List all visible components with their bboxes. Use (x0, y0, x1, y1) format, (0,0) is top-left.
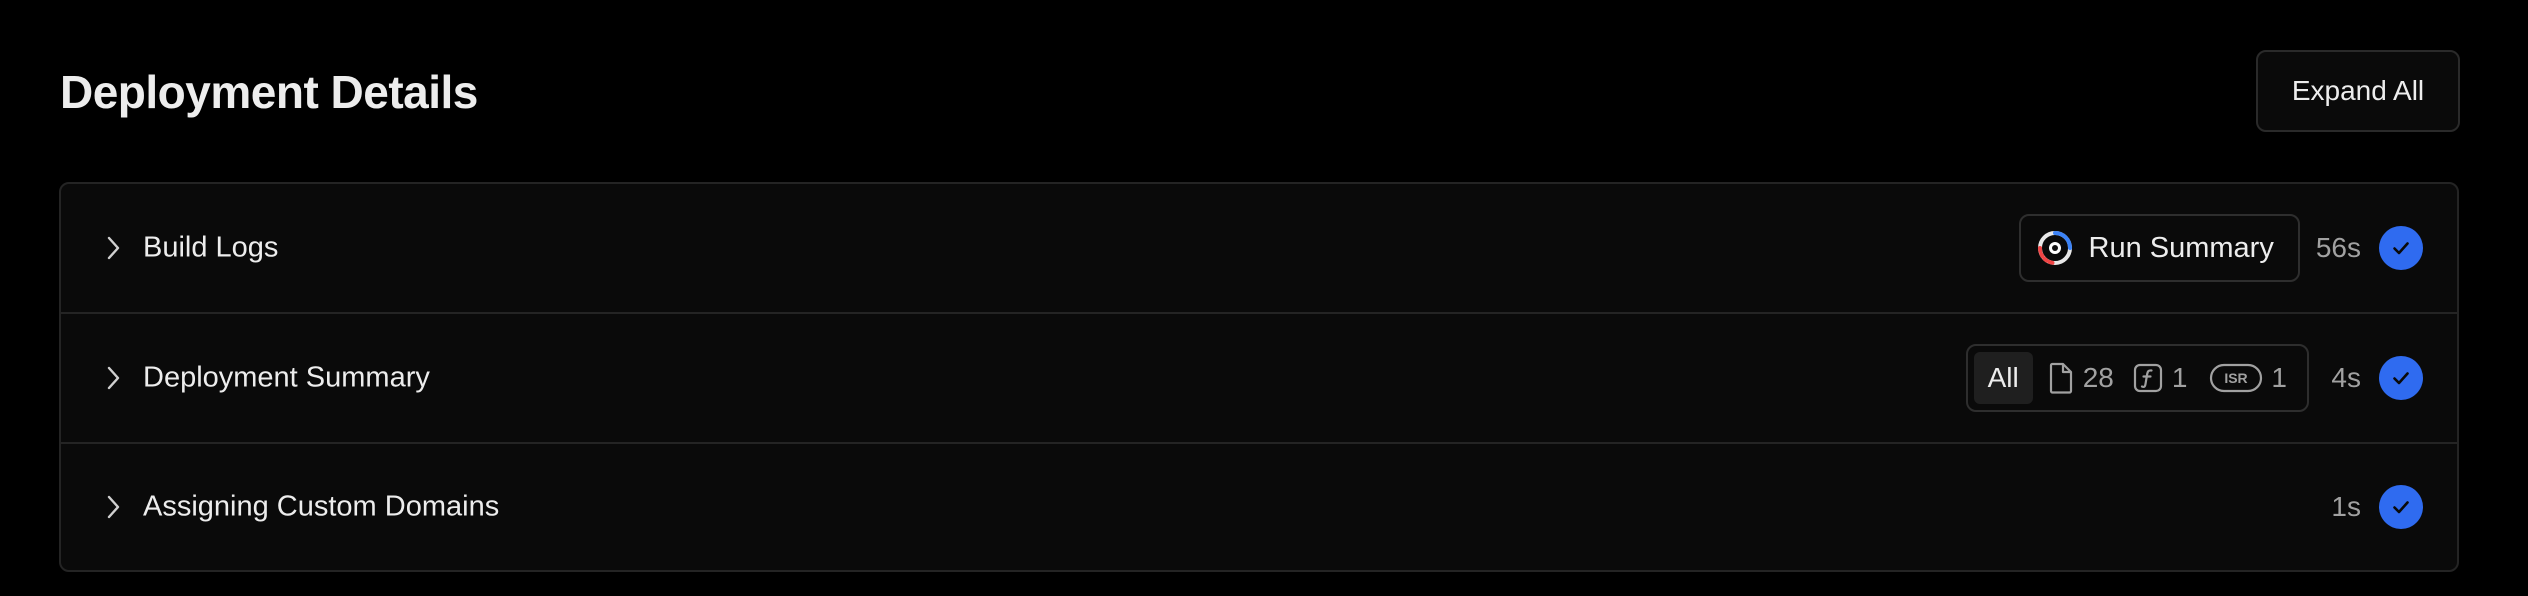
isr-badge-text: ISR (2225, 370, 2248, 386)
deployment-summary-row[interactable]: Deployment Summary All 28 1 ISR 1 4s (61, 314, 2457, 444)
deployment-summary-meta: All 28 1 ISR 1 4s (1965, 344, 2423, 412)
success-check-icon (2379, 226, 2423, 270)
deployment-details-panel: Build Logs Run Summary 56s Deployment Su… (59, 182, 2459, 572)
run-summary-logo-icon (2035, 228, 2075, 268)
isr-badge-icon: ISR (2209, 362, 2263, 394)
functions-count: 1 (2171, 362, 2188, 393)
filter-isr[interactable]: ISR 1 (2209, 362, 2287, 394)
success-check-icon (2379, 485, 2423, 529)
file-icon (2047, 361, 2075, 395)
build-logs-duration: 56s (2315, 232, 2361, 263)
chevron-right-icon (99, 493, 127, 521)
build-logs-row[interactable]: Build Logs Run Summary 56s (61, 184, 2457, 314)
assigning-custom-domains-label: Assigning Custom Domains (143, 490, 500, 523)
filter-all-tab[interactable]: All (1973, 352, 2033, 404)
chevron-right-icon (99, 234, 127, 262)
page-title: Deployment Details (60, 66, 478, 118)
function-icon (2132, 362, 2164, 394)
assigning-custom-domains-row[interactable]: Assigning Custom Domains 1s (61, 444, 2457, 570)
build-logs-label: Build Logs (143, 231, 279, 264)
deployment-summary-label: Deployment Summary (143, 361, 430, 394)
success-check-icon (2379, 356, 2423, 400)
isr-count: 1 (2271, 362, 2287, 393)
deployment-summary-duration: 4s (2331, 362, 2361, 393)
run-summary-label: Run Summary (2088, 231, 2274, 264)
page-header: Deployment Details Expand All (60, 50, 2460, 134)
run-summary-button[interactable]: Run Summary (2018, 214, 2300, 282)
output-filter-group: All 28 1 ISR 1 (1965, 344, 2309, 412)
chevron-right-icon (99, 364, 127, 392)
filter-static-files[interactable]: 28 (2047, 361, 2114, 395)
build-logs-meta: Run Summary 56s (2018, 214, 2423, 282)
static-files-count: 28 (2082, 362, 2114, 393)
custom-domains-duration: 1s (2331, 491, 2361, 522)
filter-functions[interactable]: 1 (2132, 362, 2188, 394)
expand-all-button[interactable]: Expand All (2256, 50, 2460, 132)
custom-domains-meta: 1s (2309, 485, 2423, 529)
